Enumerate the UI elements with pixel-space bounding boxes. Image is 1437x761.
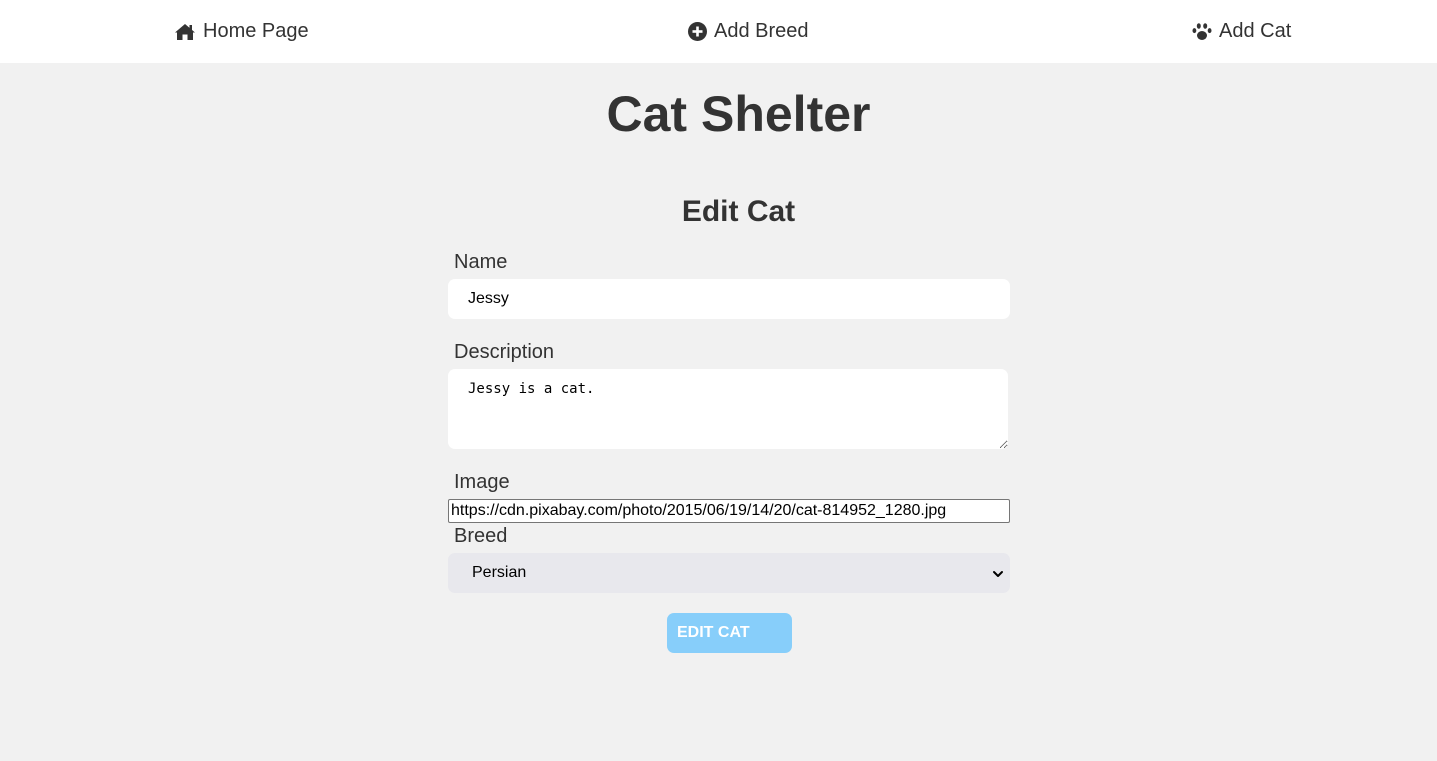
name-input[interactable] [448, 279, 1010, 319]
nav-add-breed-label: Add Breed [714, 20, 809, 42]
plus-circle-icon [688, 22, 707, 41]
chevron-down-icon [992, 567, 1004, 579]
description-textarea[interactable]: Jessy is a cat. [448, 369, 1008, 449]
breed-selected-value: Persian [472, 564, 527, 581]
top-navbar: Home Page Add Breed Add Cat [0, 0, 1437, 63]
home-icon [174, 23, 196, 41]
nav-add-cat-label: Add Cat [1219, 20, 1292, 42]
form-title: Edit Cat [681, 195, 796, 228]
nav-add-cat-link[interactable]: Add Cat [1192, 0, 1291, 63]
image-label: Image [454, 471, 510, 493]
breed-label: Breed [454, 525, 508, 547]
nav-home-label: Home Page [203, 20, 309, 42]
nav-add-breed-link[interactable]: Add Breed [688, 0, 809, 63]
edit-cat-button[interactable]: EDIT CAT [667, 613, 792, 653]
breed-select[interactable]: Persian [448, 553, 1010, 593]
site-title: Cat Shelter [606, 86, 871, 142]
image-url-input[interactable] [448, 499, 1010, 523]
name-label: Name [454, 251, 508, 273]
nav-home-link[interactable]: Home Page [174, 0, 309, 63]
description-label: Description [454, 341, 555, 363]
paw-icon [1192, 22, 1212, 41]
